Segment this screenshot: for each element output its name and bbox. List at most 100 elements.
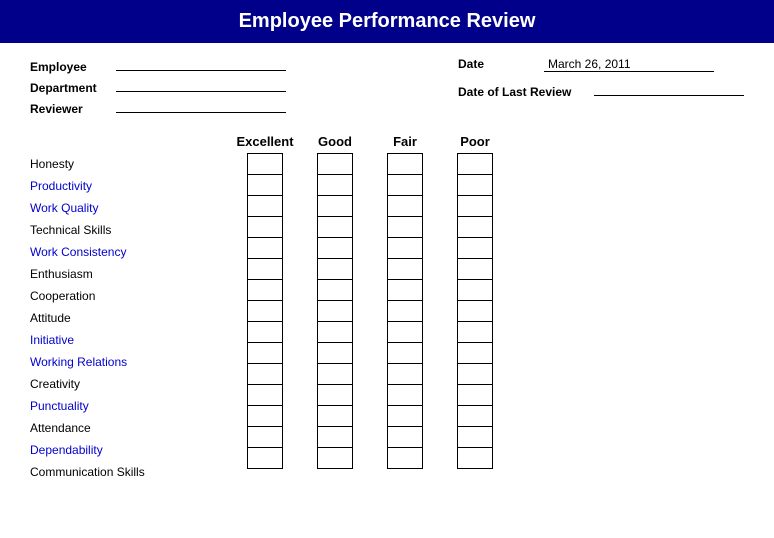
criteria-item: Enthusiasm — [30, 263, 230, 285]
criteria-item: Creativity — [30, 373, 230, 395]
rating-col-header-fair: Fair — [370, 134, 440, 149]
rating-cell[interactable] — [317, 321, 353, 343]
rating-cell[interactable] — [317, 405, 353, 427]
rating-col-header-poor: Poor — [440, 134, 510, 149]
rating-cell[interactable] — [387, 153, 423, 175]
rating-cell[interactable] — [457, 153, 493, 175]
rating-cell[interactable] — [457, 321, 493, 343]
ratings-section: ExcellentGoodFairPoor HonestyProductivit… — [0, 134, 774, 483]
rating-cell[interactable] — [317, 216, 353, 238]
rating-cell[interactable] — [387, 279, 423, 301]
criteria-item: Communication Skills — [30, 461, 230, 483]
criteria-item: Technical Skills — [30, 219, 230, 241]
rating-cell[interactable] — [247, 363, 283, 385]
rating-col-header-excellent: Excellent — [230, 134, 300, 149]
criteria-item: Honesty — [30, 153, 230, 175]
rating-col-fair — [370, 153, 440, 483]
date-value[interactable]: March 26, 2011 — [544, 57, 714, 72]
department-field[interactable] — [116, 78, 286, 92]
rating-cell[interactable] — [457, 384, 493, 406]
rating-cell[interactable] — [457, 363, 493, 385]
criteria-item: Working Relations — [30, 351, 230, 373]
rating-cell[interactable] — [247, 447, 283, 469]
rating-cell[interactable] — [457, 279, 493, 301]
date-label: Date — [458, 57, 538, 71]
rating-cell[interactable] — [247, 405, 283, 427]
criteria-item: Cooperation — [30, 285, 230, 307]
rating-cell[interactable] — [247, 195, 283, 217]
department-row: Department — [30, 78, 286, 95]
rating-col-header-good: Good — [300, 134, 370, 149]
rating-cell[interactable] — [387, 237, 423, 259]
rating-cell[interactable] — [317, 174, 353, 196]
criteria-item: Dependability — [30, 439, 230, 461]
department-label: Department — [30, 81, 110, 95]
rating-cell[interactable] — [457, 447, 493, 469]
rating-cell[interactable] — [247, 216, 283, 238]
date-last-review-row: Date of Last Review — [458, 82, 744, 99]
rating-cell[interactable] — [457, 300, 493, 322]
rating-cell[interactable] — [457, 174, 493, 196]
employee-row: Employee — [30, 57, 286, 74]
employee-field[interactable] — [116, 57, 286, 71]
rating-cell[interactable] — [247, 174, 283, 196]
rating-cell[interactable] — [247, 237, 283, 259]
rating-cell[interactable] — [317, 342, 353, 364]
rating-cell[interactable] — [387, 384, 423, 406]
date-row: Date March 26, 2011 — [458, 57, 744, 72]
rating-cell[interactable] — [387, 321, 423, 343]
rating-cell[interactable] — [317, 363, 353, 385]
rating-cell[interactable] — [387, 174, 423, 196]
rating-cell[interactable] — [317, 426, 353, 448]
criteria-item: Work Consistency — [30, 241, 230, 263]
rating-cell[interactable] — [317, 384, 353, 406]
rating-cell[interactable] — [457, 258, 493, 280]
rating-cell[interactable] — [247, 153, 283, 175]
info-left: Employee Department Reviewer — [30, 57, 286, 116]
rating-cell[interactable] — [387, 216, 423, 238]
rating-cell[interactable] — [387, 405, 423, 427]
criteria-item: Initiative — [30, 329, 230, 351]
rating-cell[interactable] — [317, 153, 353, 175]
criteria-item: Punctuality — [30, 395, 230, 417]
criteria-item: Productivity — [30, 175, 230, 197]
criteria-item: Work Quality — [30, 197, 230, 219]
rating-cell[interactable] — [247, 384, 283, 406]
reviewer-label: Reviewer — [30, 102, 110, 116]
rating-cell[interactable] — [457, 195, 493, 217]
rating-cell[interactable] — [387, 342, 423, 364]
reviewer-row: Reviewer — [30, 99, 286, 116]
info-right: Date March 26, 2011 Date of Last Review — [458, 57, 744, 116]
rating-cell[interactable] — [247, 342, 283, 364]
rating-cell[interactable] — [317, 279, 353, 301]
rating-cell[interactable] — [247, 258, 283, 280]
rating-cell[interactable] — [457, 405, 493, 427]
employee-label: Employee — [30, 60, 110, 74]
page: Employee Performance Review Employee Dep… — [0, 0, 774, 538]
rating-cell[interactable] — [317, 300, 353, 322]
rating-cell[interactable] — [247, 279, 283, 301]
criteria-item: Attitude — [30, 307, 230, 329]
rating-cell[interactable] — [387, 195, 423, 217]
criteria-item: Attendance — [30, 417, 230, 439]
rating-cell[interactable] — [457, 342, 493, 364]
rating-cell[interactable] — [317, 447, 353, 469]
rating-cell[interactable] — [387, 363, 423, 385]
rating-cell[interactable] — [457, 237, 493, 259]
rating-col-excellent — [230, 153, 300, 483]
rating-cell[interactable] — [387, 258, 423, 280]
rating-cell[interactable] — [247, 300, 283, 322]
rating-cell[interactable] — [457, 216, 493, 238]
rating-cell[interactable] — [317, 237, 353, 259]
reviewer-field[interactable] — [116, 99, 286, 113]
rating-cell[interactable] — [387, 426, 423, 448]
ratings-body: HonestyProductivityWork QualityTechnical… — [30, 153, 744, 483]
rating-cell[interactable] — [247, 426, 283, 448]
rating-cell[interactable] — [387, 447, 423, 469]
rating-cell[interactable] — [317, 258, 353, 280]
rating-cell[interactable] — [317, 195, 353, 217]
rating-cell[interactable] — [457, 426, 493, 448]
rating-cell[interactable] — [387, 300, 423, 322]
rating-cell[interactable] — [247, 321, 283, 343]
date-last-review-field[interactable] — [594, 82, 744, 96]
